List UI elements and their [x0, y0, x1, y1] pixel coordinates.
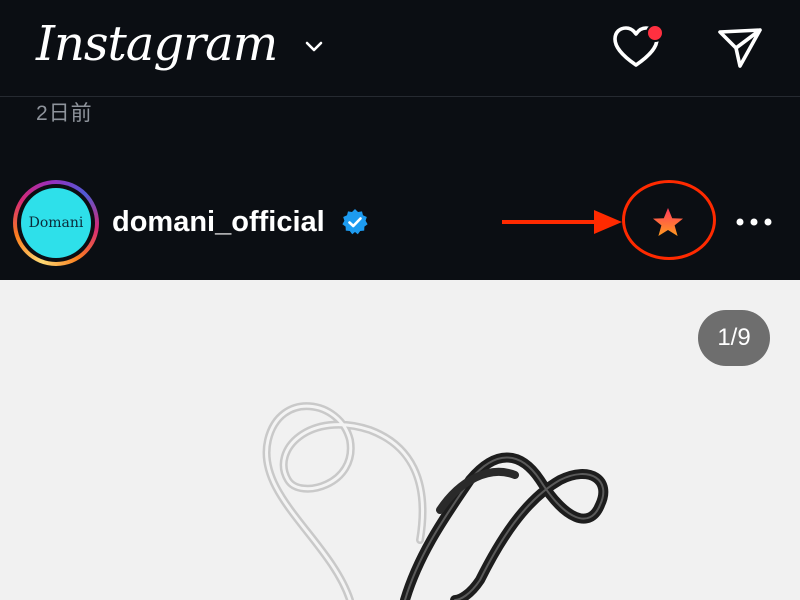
header-divider [0, 96, 800, 97]
notification-dot [646, 24, 664, 42]
photo-ribbon-art [262, 402, 609, 600]
post-image[interactable]: 1/9 [0, 280, 800, 600]
image-counter: 1/9 [698, 310, 770, 366]
avatar-gap: Domani [17, 184, 95, 262]
more-horizontal-icon[interactable] [734, 214, 774, 230]
avatar[interactable]: Domani [21, 188, 91, 258]
story-ring[interactable]: Domani [13, 180, 99, 266]
username[interactable]: domani_official [112, 202, 325, 242]
post-timestamp: 2日前 [36, 102, 93, 125]
avatar-text: Domani [28, 215, 84, 231]
chevron-down-icon[interactable] [302, 34, 326, 58]
send-icon[interactable] [714, 22, 766, 74]
top-bar: Instagram [0, 0, 800, 96]
verified-badge-icon [342, 209, 368, 235]
annotation-arrow [502, 210, 622, 234]
post-header: Domani domani_official [0, 162, 800, 280]
instagram-logo[interactable]: Instagram [36, 8, 278, 80]
star-icon[interactable] [651, 206, 685, 240]
